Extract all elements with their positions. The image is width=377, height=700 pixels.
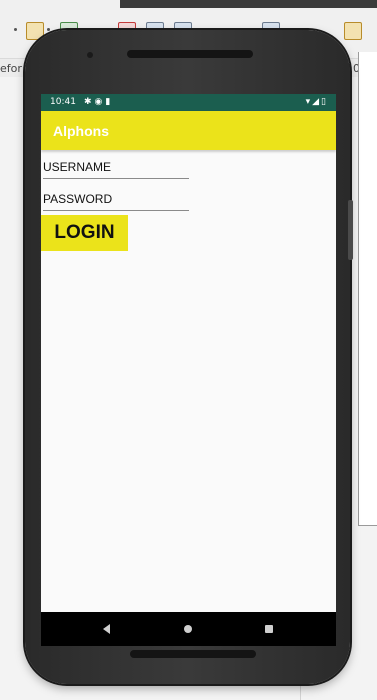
password-field-container bbox=[43, 188, 189, 211]
login-button[interactable]: LOGIN bbox=[41, 215, 128, 251]
desktop-background: efor 10 10:41 ✱◉▮ ▾◢▯ Alphons USERNAME L… bbox=[0, 0, 377, 700]
phone-screen: 10:41 ✱◉▮ ▾◢▯ Alphons LOGIN bbox=[41, 94, 336, 646]
ide-dropdown-dot bbox=[47, 28, 50, 31]
volume-button[interactable] bbox=[348, 200, 353, 260]
navigation-bar bbox=[41, 612, 336, 646]
phone-emulator-frame: 10:41 ✱◉▮ ▾◢▯ Alphons LOGIN bbox=[25, 30, 353, 684]
ide-brush-icon[interactable] bbox=[344, 22, 362, 40]
shield-icon: ◉ bbox=[94, 97, 106, 107]
settings-icon: ✱ bbox=[84, 97, 95, 107]
ide-partial-text: efor bbox=[0, 62, 22, 75]
status-system-icons: ▾◢▯ bbox=[306, 97, 328, 107]
recent-apps-icon[interactable] bbox=[265, 625, 273, 633]
earpiece-speaker bbox=[127, 50, 253, 58]
username-field-container bbox=[43, 156, 189, 179]
signal-icon: ◢ bbox=[312, 97, 322, 107]
bottom-speaker bbox=[130, 650, 256, 658]
ide-dropdown-dot bbox=[14, 28, 17, 31]
app-bar: Alphons bbox=[41, 111, 336, 150]
battery-icon: ▯ bbox=[321, 97, 328, 107]
ide-title-strip bbox=[120, 0, 377, 8]
username-input[interactable] bbox=[43, 156, 189, 178]
status-time: 10:41 bbox=[50, 97, 76, 107]
front-camera-icon bbox=[87, 52, 93, 58]
app-title: Alphons bbox=[53, 123, 109, 139]
status-notification-icons: ✱◉▮ bbox=[84, 97, 113, 107]
ide-side-panel bbox=[358, 52, 377, 526]
home-icon[interactable] bbox=[184, 625, 192, 633]
password-input[interactable] bbox=[43, 188, 189, 210]
sd-card-icon: ▮ bbox=[105, 97, 114, 107]
status-bar: 10:41 ✱◉▮ ▾◢▯ bbox=[41, 94, 336, 111]
back-icon[interactable] bbox=[103, 624, 110, 634]
